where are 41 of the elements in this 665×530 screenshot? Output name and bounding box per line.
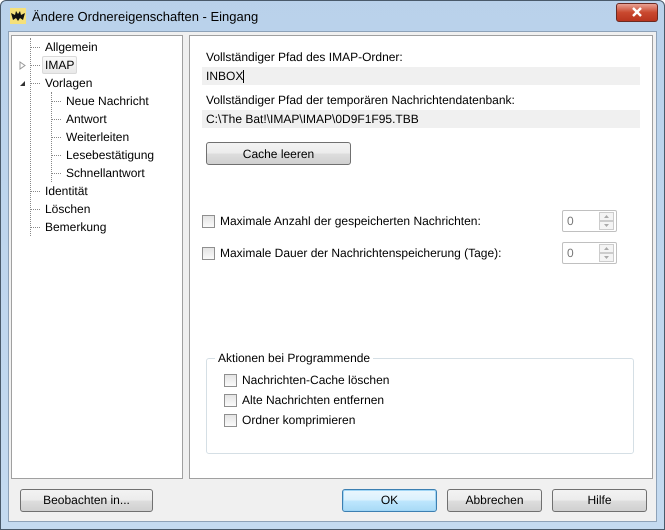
group-title: Aktionen bei Programmende <box>215 351 374 366</box>
tree-item[interactable]: Lesebestätigung <box>63 146 158 164</box>
checkbox[interactable] <box>224 394 237 406</box>
dialog-button[interactable]: Hilfe <box>552 488 647 512</box>
dialog-button[interactable]: OK <box>342 488 437 512</box>
checkbox-label: Nachrichten-Cache löschen <box>242 373 390 387</box>
spinner-arrows-icon[interactable] <box>599 244 614 262</box>
checkbox-label: Alte Nachrichten entfernen <box>242 393 384 407</box>
checkbox-label: Maximale Anzahl der gespeicherten Nachrichten: <box>220 214 481 228</box>
bat-icon <box>10 8 26 24</box>
collapse-arrow-icon[interactable] <box>19 80 26 86</box>
checkbox[interactable] <box>224 374 237 386</box>
checkbox[interactable] <box>202 246 215 260</box>
tree-item[interactable]: Weiterleiten <box>63 128 132 146</box>
tree-item[interactable]: Bemerkung <box>42 218 110 236</box>
close-button[interactable] <box>616 2 658 22</box>
tree-item[interactable]: Identität <box>42 182 91 200</box>
number-spinner[interactable]: 0 <box>562 242 617 264</box>
close-icon <box>631 7 643 17</box>
field-label: Vollständiger Pfad der temporären Nachrichtendatenbank: <box>206 93 516 108</box>
dialog-button[interactable]: Abbrechen <box>447 488 542 512</box>
tree-item[interactable]: Antwort <box>63 110 110 128</box>
folder-path-field[interactable]: INBOX <box>202 67 640 85</box>
clear-cache-button[interactable]: Cache leeren <box>206 142 351 165</box>
tree-item[interactable]: Löschen <box>42 200 94 218</box>
checkbox[interactable] <box>202 214 215 228</box>
tree-item[interactable]: Neue Nachricht <box>63 92 152 110</box>
checkbox-label: Ordner komprimieren <box>242 413 356 427</box>
number-spinner[interactable]: 0 <box>562 210 617 232</box>
checkbox[interactable] <box>224 414 237 426</box>
spinner-arrows-icon[interactable] <box>599 212 614 230</box>
tree-item[interactable]: Vorlagen <box>42 74 96 92</box>
field-label: Vollständiger Pfad des IMAP-Ordner: <box>206 50 404 65</box>
database-path-field[interactable]: C:\The Bat!\IMAP\IMAP\0D9F1F95.TBB <box>202 110 640 128</box>
tree-item[interactable]: Schnellantwort <box>63 164 148 182</box>
tree-item[interactable]: IMAP <box>42 56 78 74</box>
expand-arrow-icon[interactable] <box>19 60 26 70</box>
watch-button[interactable]: Beobachten in... <box>20 488 153 512</box>
tree-item[interactable]: Allgemein <box>42 38 101 56</box>
window-title: Ändere Ordnereigenschaften - Eingang <box>32 8 258 24</box>
checkbox-label: Maximale Dauer der Nachrichtenspeicherung (Tage): <box>220 246 502 260</box>
